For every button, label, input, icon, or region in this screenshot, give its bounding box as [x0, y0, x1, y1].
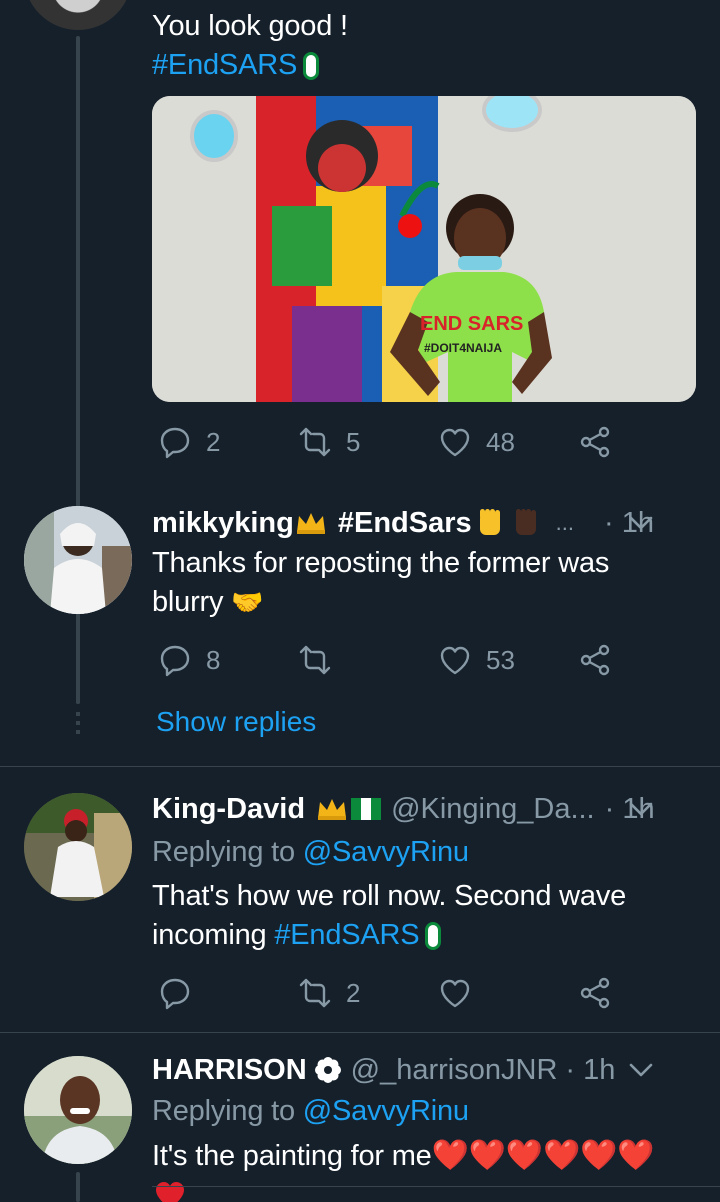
tweet-text: It's the painting for me: [152, 1140, 432, 1172]
heart-icon: [440, 428, 470, 457]
thread-line: [76, 1172, 80, 1202]
share-button[interactable]: [578, 418, 612, 466]
retweet-button[interactable]: 5: [298, 418, 360, 466]
replying-to-link[interactable]: @SavvyRinu: [303, 836, 469, 868]
tweet-actions: 8 53: [152, 636, 622, 684]
retweet-count: 2: [346, 977, 361, 1008]
name-truncation: ...: [555, 510, 574, 535]
share-button[interactable]: [578, 969, 612, 1017]
share-icon: [580, 426, 610, 458]
display-name[interactable]: mikkyking: [152, 507, 294, 540]
raised-fist-icon: [479, 509, 500, 535]
tweet-header: King-David @Kinging_Da... · 1h: [152, 788, 682, 830]
red-hearts-emoji: ❤️❤️❤️❤️❤️❤️: [431, 1139, 655, 1172]
tweet-photo[interactable]: END SARS #DOIT4NAIJA: [152, 96, 696, 402]
tweet-text: You look good !: [152, 10, 348, 42]
like-button[interactable]: 48: [438, 418, 515, 466]
retweet-count: 5: [346, 426, 361, 457]
share-icon: [580, 977, 610, 1009]
verified-flower-icon: [314, 1057, 341, 1083]
red-heart-icon: [156, 1182, 184, 1202]
handle[interactable]: @_harrisonJNR: [351, 1054, 558, 1087]
avatar-image: [24, 506, 132, 614]
reply-icon: [160, 427, 190, 459]
tweet-menu-button[interactable]: [626, 794, 656, 824]
like-count: 53: [486, 644, 515, 675]
display-name[interactable]: King-David: [152, 793, 305, 826]
reply-icon: [160, 978, 190, 1010]
tweet-text-line-2: blurry: [152, 586, 224, 618]
ng-flag-pin-icon: [303, 52, 320, 81]
heart-emoji-overflow: [154, 1180, 186, 1202]
like-count: 48: [486, 426, 515, 457]
nigeria-flag-icon: [351, 798, 382, 820]
tweet-divider: [0, 1032, 720, 1033]
bottom-divider: [152, 1186, 720, 1187]
retweet-icon: [299, 978, 331, 1008]
avatar-harrison[interactable]: [24, 1056, 132, 1164]
tweet-text-line-2-wrap: incoming #EndSARS: [152, 915, 442, 955]
tweet-menu-button[interactable]: [626, 508, 656, 538]
handle[interactable]: @Kinging_Da...: [391, 793, 595, 826]
shirt-print-main: END SARS: [420, 313, 523, 335]
replying-to-line: Replying to @SavvyRinu: [152, 832, 469, 872]
replying-to-line: Replying to @SavvyRinu: [152, 1091, 469, 1131]
retweet-icon: [299, 645, 331, 675]
raised-fist-dark-icon: [515, 509, 536, 535]
display-name[interactable]: HARRISON: [152, 1054, 307, 1087]
hashtag-link[interactable]: #EndSARS: [152, 49, 297, 81]
tweet-text-line-1: That's how we roll now. Second wave: [152, 880, 627, 912]
replying-to-link[interactable]: @SavvyRinu: [303, 1095, 469, 1127]
ng-flag-pin-icon: [425, 922, 442, 951]
reply-count: 2: [206, 426, 221, 457]
retweet-button[interactable]: [298, 636, 332, 684]
reply-button[interactable]: 2: [158, 418, 220, 466]
like-button[interactable]: 53: [438, 636, 515, 684]
tweet-hashtag-line: #EndSARS: [152, 45, 320, 85]
heart-icon: [440, 646, 470, 675]
chevron-down-icon: [629, 802, 653, 816]
replying-to-label: Replying to: [152, 1095, 295, 1127]
tweet-actions: 2: [152, 969, 622, 1017]
avatar-top-partial[interactable]: [24, 0, 132, 30]
tweet-text-line-2-wrap: blurry 🤝: [152, 582, 264, 622]
like-button[interactable]: [438, 969, 472, 1017]
tweet-text-line-2: incoming: [152, 919, 267, 951]
thread-line-reply: [76, 622, 80, 704]
shirt-print-sub: #DOIT4NAIJA: [424, 341, 502, 355]
tweet-header: mikkyking #EndSars ... · 1h: [152, 502, 682, 544]
share-button[interactable]: [578, 636, 612, 684]
crown-icon: [318, 799, 347, 820]
timestamp: · 1h: [565, 1053, 616, 1086]
name-hashtag: #EndSars: [337, 506, 472, 539]
retweet-icon: [299, 427, 331, 457]
tweet-text-line-1: Thanks for reposting the former was: [152, 547, 610, 579]
tweet-header: HARRISON @_harrisonJNR · 1h: [152, 1049, 682, 1091]
more-replies-dots: [76, 712, 80, 736]
tweet-actions: 2 5 48: [152, 418, 622, 466]
reply-count: 8: [206, 644, 221, 675]
avatar-king-david[interactable]: [24, 793, 132, 901]
chevron-down-icon: [629, 1063, 653, 1077]
reply-button[interactable]: [158, 969, 192, 1017]
handshake-emoji: 🤝: [231, 587, 264, 617]
tweet-divider: [0, 766, 720, 767]
reply-button[interactable]: 8: [158, 636, 220, 684]
chevron-down-icon: [629, 516, 653, 530]
replying-to-label: Replying to: [152, 836, 295, 868]
show-replies-link[interactable]: Show replies: [156, 703, 316, 741]
crown-icon: [296, 513, 325, 534]
photo-illustration: END SARS #DOIT4NAIJA: [152, 96, 696, 402]
tweet-text-wrap: It's the painting for me❤️❤️❤️❤️❤️❤️: [152, 1136, 655, 1176]
retweet-button[interactable]: 2: [298, 969, 360, 1017]
avatar-image: [24, 1056, 132, 1164]
reply-icon: [160, 645, 190, 677]
tweet-menu-button[interactable]: [626, 1055, 656, 1085]
hashtag-link[interactable]: #EndSARS: [274, 919, 419, 951]
avatar-mikkyking[interactable]: [24, 506, 132, 614]
share-icon: [580, 644, 610, 676]
heart-icon: [440, 979, 470, 1008]
avatar-image: [24, 793, 132, 901]
